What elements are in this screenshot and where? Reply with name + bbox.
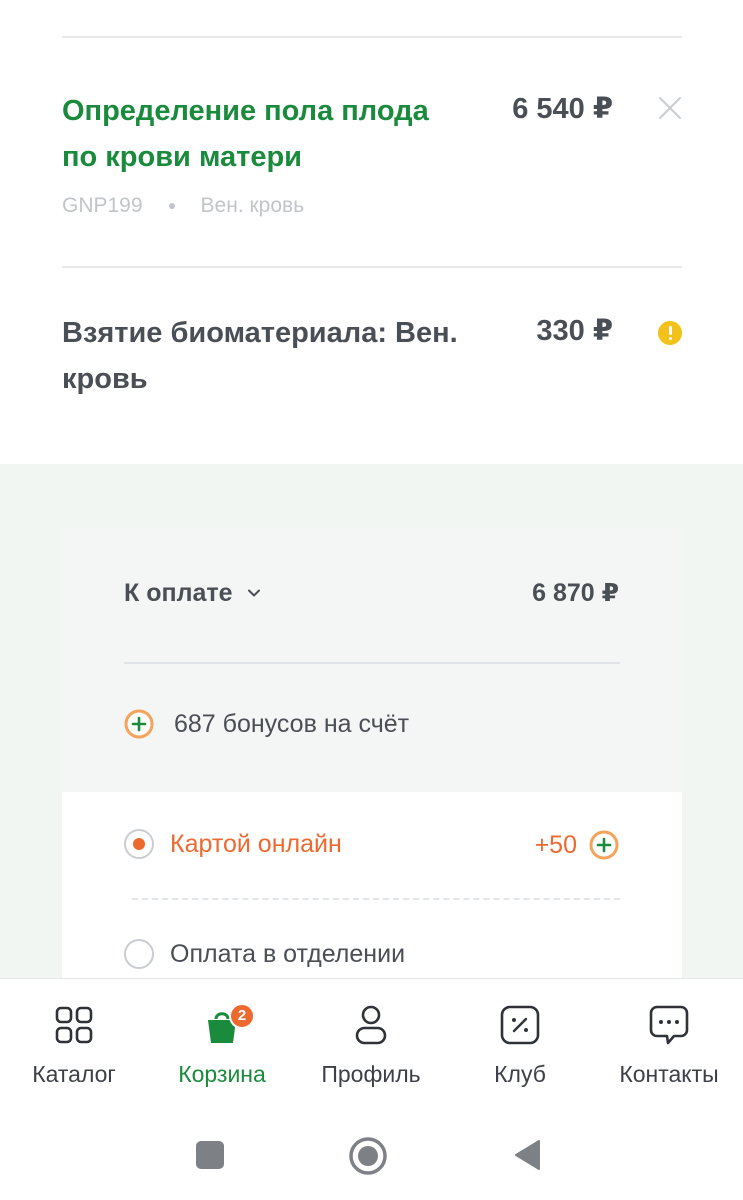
circle-home-icon[interactable] [348,1136,388,1176]
tab-label: Профиль [321,1061,421,1087]
divider [62,266,682,268]
square-recents-icon[interactable] [195,1140,225,1170]
cart-items-section: Определение пола плода по крови матери 6… [0,0,743,464]
triangle-back-icon[interactable] [512,1138,544,1172]
biomaterial-price: 330 ₽ [536,315,613,347]
tab-cart[interactable]: 2 Корзина [148,979,296,1097]
user-icon [355,1005,387,1045]
bonus-row: 687 бонусов на счёт [124,707,409,741]
pay-label: К оплате [124,579,233,607]
tab-label: Клуб [494,1061,546,1087]
system-navigation-bar [0,1096,743,1200]
bonus-plus-icon [589,830,619,860]
payment-method-online[interactable]: Картой онлайн [124,829,342,859]
divider [124,662,620,664]
cart-item-title[interactable]: Определение пола плода по крови матери [62,88,462,180]
bonus-text: 687 бонусов на счёт [174,710,410,738]
cart-item-biomaterial: Вен. кровь [200,194,305,217]
payment-method-bonus: +50 [535,828,619,862]
separator-dot [168,203,175,209]
close-icon[interactable] [656,94,684,122]
pay-total-toggle[interactable]: К оплате [124,576,261,610]
pay-total-amount: 6 870 ₽ [532,579,619,607]
divider [62,36,682,38]
radio-unselected[interactable] [124,939,154,969]
summary-card [62,528,682,792]
tab-label: Контакты [619,1061,719,1087]
payment-method-label: Картой онлайн [170,830,342,858]
tab-catalog[interactable]: Каталог [0,979,148,1097]
payment-method-label: Оплата в отделении [170,940,406,968]
chat-icon [649,1005,689,1045]
tab-contacts[interactable]: Контакты [595,979,743,1097]
warning-icon[interactable] [658,321,682,345]
payment-method-office[interactable]: Оплата в отделении [124,939,405,969]
tab-club[interactable]: Клуб [446,979,594,1097]
biomaterial-title: Взятие биоматериала: Вен. кровь [62,317,458,395]
tab-profile[interactable]: Профиль [297,979,445,1097]
bottom-tab-bar: Каталог 2 Корзина Профиль Клуб Контакты [0,978,743,1096]
payment-bonus-value: +50 [534,831,577,859]
tab-label: Каталог [32,1061,116,1087]
tab-label: Корзина [178,1061,266,1087]
chevron-down-icon [247,589,260,597]
cart-item-meta: GNP199 Вен. кровь [62,192,304,220]
grid-icon [55,1006,93,1044]
cart-item-code: GNP199 [62,194,143,217]
dashed-divider [132,898,620,900]
bonus-plus-icon [124,709,154,739]
cart-count-badge: 2 [229,1003,255,1029]
cart-item-price: 6 540 ₽ [512,93,613,125]
radio-selected[interactable] [124,829,154,859]
percent-icon [500,1005,540,1045]
